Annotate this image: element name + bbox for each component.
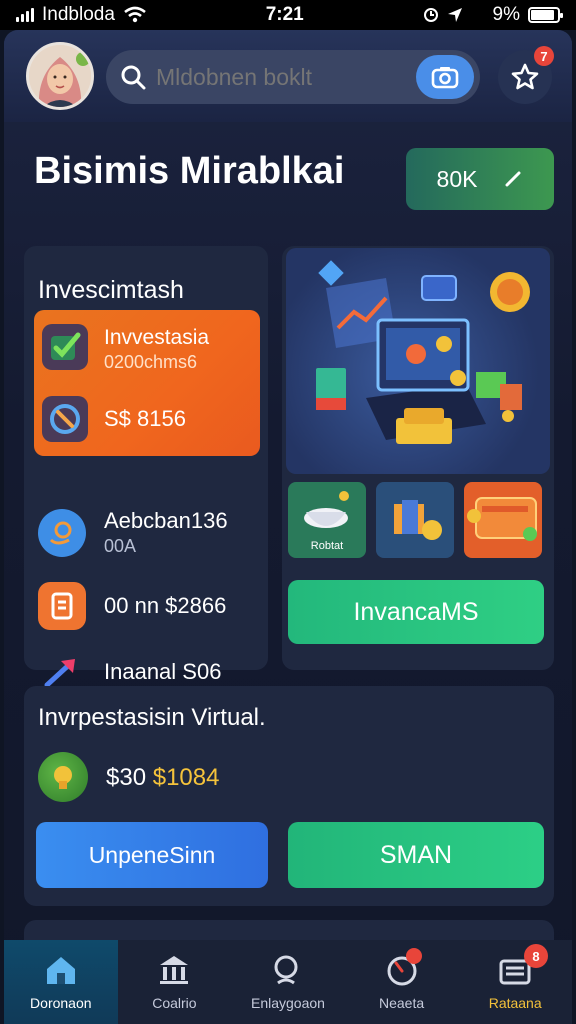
checkbox-icon: [42, 324, 88, 370]
alarm-icon: [423, 8, 438, 22]
clock: 7:21: [265, 4, 304, 25]
amount-primary: $30: [106, 764, 147, 791]
favorites-button[interactable]: 7: [498, 46, 554, 104]
highlight-subtitle: 0200chms6: [104, 352, 198, 372]
coin-hand-icon: [38, 508, 86, 557]
highlight-title: Invvestasia: [104, 326, 210, 349]
user-portrait-icon: [29, 45, 91, 107]
top-header: 7: [4, 30, 572, 122]
tile-shop[interactable]: [376, 482, 454, 558]
list-item[interactable]: Aebcban136 00A: [38, 508, 228, 557]
bowl-icon: [304, 491, 349, 528]
tile-label: Robtat: [310, 540, 344, 552]
battery-percent: 9%: [492, 4, 520, 25]
search-bar[interactable]: [106, 50, 480, 104]
virtual-investment-card: Invrpestasisin Virtual. $30 $1084 Unpene…: [24, 686, 554, 906]
status-left: Indbloda: [16, 4, 147, 26]
battery-icon: [528, 7, 563, 23]
balance-button[interactable]: 80K: [406, 148, 554, 210]
unread-dot: [406, 948, 423, 964]
app-screen: 7 Bisimis Mirablkai 80K Invescimtash Inv…: [4, 30, 572, 1024]
search-icon: [121, 65, 146, 90]
tab-label: Doronaon: [30, 995, 92, 1011]
home-icon: [46, 957, 75, 984]
tab-label: Enlaygoaon: [251, 995, 325, 1011]
list-item-sub: 00A: [104, 536, 137, 556]
card-title: Invescimtash: [38, 276, 184, 304]
status-right: 9%: [423, 4, 563, 26]
signal-icon: [16, 8, 34, 22]
list-item-label: Aebcban136: [104, 508, 228, 533]
camera-icon: [431, 67, 459, 89]
location-icon: [447, 8, 462, 22]
notification-badge: 7: [534, 46, 554, 66]
status-bar: Indbloda 7:21 9%: [0, 0, 576, 30]
coin-icon: [38, 752, 88, 802]
tab-label: Coalrio: [152, 995, 197, 1011]
list-item[interactable]: 00 nn $2866: [38, 582, 226, 630]
invest-cta-button[interactable]: InvancaMS: [288, 580, 544, 644]
camera-search-button[interactable]: [416, 55, 474, 99]
page-title: Bisimis Mirablkai: [34, 150, 345, 192]
bottom-tab-bar: Doronaon Coalrio Enlaygoaon Neaeta 8 Rat…: [4, 940, 572, 1024]
tile-robot[interactable]: Robtat: [288, 482, 366, 558]
edit-icon: [505, 171, 521, 187]
highlight-amount: S$ 8156: [104, 406, 186, 431]
tab-wallet[interactable]: 8 Rataana: [458, 940, 572, 1024]
tab-home[interactable]: Doronaon: [4, 940, 118, 1024]
list-item-label: Inaanal S06: [104, 659, 222, 684]
virtual-amount: $30 $1084: [106, 764, 219, 792]
tab-activity[interactable]: Neaeta: [345, 940, 459, 1024]
tab-label: Neaeta: [379, 995, 425, 1011]
tab-badge: 8: [523, 944, 548, 968]
wallet-card-icon: [467, 497, 537, 541]
balance-label: 80K: [436, 165, 478, 192]
search-input[interactable]: [156, 63, 406, 91]
wifi-icon: [124, 6, 146, 23]
tab-explore[interactable]: Enlaygoaon: [231, 940, 345, 1024]
search-icon: [274, 955, 298, 985]
do-not-disturb-icon: [473, 8, 481, 22]
card-title: Invrpestasisin Virtual.: [38, 704, 266, 731]
gift-box-icon: [394, 500, 442, 540]
document-icon: [38, 582, 86, 630]
secondary-action-button[interactable]: UnpeneSinn: [36, 822, 268, 888]
amount-secondary: $1084: [152, 764, 220, 791]
primary-action-button[interactable]: SMAN: [288, 822, 544, 888]
list-item-label: 00 nn $2866: [104, 593, 227, 618]
tab-bank[interactable]: Coalrio: [118, 940, 232, 1024]
bank-icon: [160, 956, 189, 984]
investment-summary-card: Invescimtash Invvestasia 0200chms6 S$ 81…: [24, 246, 268, 688]
investment-illustration: [286, 248, 550, 474]
promo-card: Robtat InvancaMS: [282, 246, 554, 670]
highlight-investment-card[interactable]: Invvestasia 0200chms6 S$ 8156: [34, 310, 260, 456]
tab-label: Rataana: [488, 995, 542, 1011]
transfer-icon: [42, 396, 88, 442]
avatar[interactable]: [26, 42, 94, 110]
tile-wallet[interactable]: [464, 482, 542, 558]
star-icon: [511, 63, 539, 90]
carrier-name: Indbloda: [42, 4, 115, 25]
